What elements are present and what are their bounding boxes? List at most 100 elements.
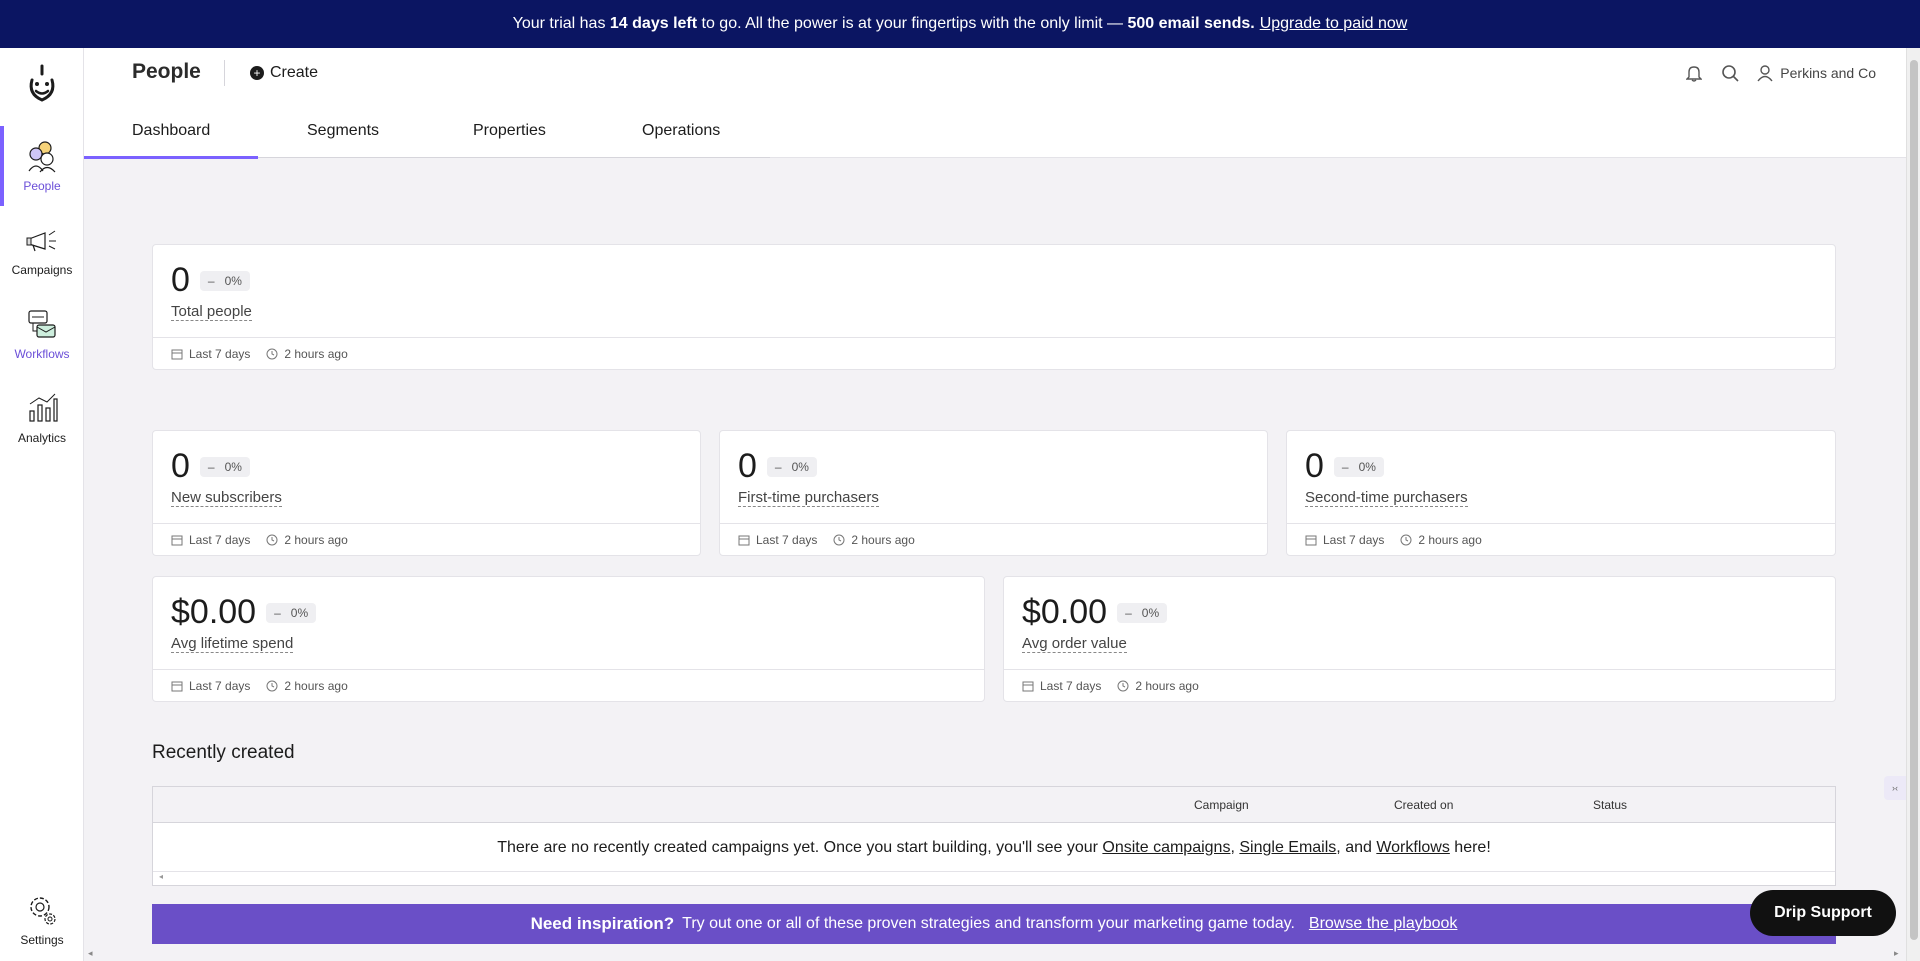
banner-text-pre: Your trial has	[512, 15, 606, 32]
column-header-campaign[interactable]: Campaign	[1194, 798, 1249, 812]
sidebar-item-people[interactable]: People	[0, 126, 84, 206]
metric-value-wrap: 0 –0%	[171, 447, 250, 486]
page-title: People	[132, 60, 201, 83]
drip-logo-icon[interactable]	[24, 64, 60, 104]
clock-icon	[266, 680, 278, 691]
metric-value-wrap: $0.00 –0%	[171, 593, 317, 632]
metric-label[interactable]: First-time purchasers	[738, 489, 879, 507]
metric-updated: 2 hours ago	[284, 532, 348, 547]
delta-value: 0%	[1358, 459, 1376, 474]
metric-range: Last 7 days	[189, 532, 251, 547]
recently-created-title: Recently created	[152, 742, 295, 763]
page-header: People + Create Perkins and Co Dashboard…	[83, 48, 1906, 159]
metric-updated: 2 hours ago	[284, 678, 348, 693]
metric-delta: –0%	[1333, 456, 1384, 477]
delta-sign: –	[774, 459, 782, 474]
clock-icon	[266, 348, 278, 359]
metric-delta: –0%	[199, 270, 250, 291]
sidebar-item-label: Analytics	[17, 431, 67, 445]
sidebar-item-campaigns[interactable]: Campaigns	[0, 210, 84, 290]
metric-updated: 2 hours ago	[1418, 532, 1482, 547]
upgrade-link[interactable]: Upgrade to paid now	[1260, 15, 1408, 33]
create-button[interactable]: + Create	[250, 60, 318, 86]
metric-footer: Last 7 days 2 hours ago	[153, 337, 1835, 369]
column-header-created-on[interactable]: Created on	[1394, 798, 1453, 812]
sidebar-item-label: Campaigns	[11, 263, 73, 277]
create-button-label: Create	[270, 64, 319, 81]
browse-playbook-link[interactable]: Browse the playbook	[1309, 915, 1458, 933]
metric-label[interactable]: Avg lifetime spend	[171, 635, 294, 653]
metric-value: 0	[1305, 447, 1324, 485]
clock-icon	[1400, 534, 1412, 545]
empty-text-comma: ,	[1230, 839, 1235, 856]
metric-value-wrap: $0.00 –0%	[1022, 593, 1168, 632]
search-icon[interactable]	[1720, 63, 1740, 83]
metric-value: $0.00	[1022, 593, 1108, 631]
delta-value: 0%	[791, 459, 809, 474]
metric-updated: 2 hours ago	[1135, 678, 1199, 693]
metric-range: Last 7 days	[1323, 532, 1385, 547]
metric-value: $0.00	[171, 593, 257, 631]
metric-card-second-time-purchasers: 0 –0% Second-time purchasers Last 7 days …	[1286, 430, 1836, 556]
clock-icon	[266, 534, 278, 545]
empty-text-and: , and	[1336, 839, 1372, 856]
metric-label[interactable]: Second-time purchasers	[1305, 489, 1468, 507]
metric-label[interactable]: Avg order value	[1022, 635, 1127, 653]
delta-value: 0%	[224, 459, 242, 474]
scrollbar-thumb[interactable]	[1910, 60, 1918, 940]
metric-value: 0	[738, 447, 757, 485]
sidebar-item-workflows[interactable]: Workflows	[0, 294, 84, 374]
vertical-scrollbar[interactable]	[1906, 48, 1920, 961]
metric-value-wrap: 0 –0%	[1305, 447, 1384, 486]
metric-footer: Last 7 days 2 hours ago	[153, 523, 700, 555]
clock-icon	[1117, 680, 1129, 691]
trial-banner: Your trial has 14 days left to go. All t…	[0, 0, 1920, 48]
tab-segments[interactable]: Segments	[307, 114, 379, 158]
tab-properties[interactable]: Properties	[473, 114, 546, 158]
workflows-link[interactable]: Workflows	[1376, 839, 1450, 857]
empty-text-post: here!	[1454, 839, 1491, 856]
metric-label[interactable]: Total people	[171, 303, 252, 321]
metric-card-new-subscribers: 0 –0% New subscribers Last 7 days 2 hours…	[152, 430, 701, 556]
metric-footer: Last 7 days 2 hours ago	[1287, 523, 1835, 555]
sidebar: People Campaigns Workflows Analytics Set…	[0, 48, 84, 961]
drip-support-button[interactable]: Drip Support	[1750, 890, 1896, 936]
account-name: Perkins and Co	[1780, 65, 1876, 81]
collapse-panel-icon[interactable]: ›‹	[1884, 776, 1906, 800]
metric-value-wrap: 0 –0%	[171, 261, 250, 300]
metric-range: Last 7 days	[756, 532, 818, 547]
single-emails-link[interactable]: Single Emails	[1239, 839, 1336, 857]
megaphone-icon	[26, 230, 56, 252]
bell-icon[interactable]	[1684, 63, 1704, 83]
promo-title: Need inspiration?	[530, 914, 675, 933]
metric-card-avg-lifetime-spend: $0.00 –0% Avg lifetime spend Last 7 days …	[152, 576, 985, 702]
metric-delta: –0%	[266, 602, 317, 623]
account-menu[interactable]: Perkins and Co	[1756, 64, 1876, 82]
recent-campaigns-table: Campaign Created on Status There are no …	[152, 786, 1836, 886]
calendar-icon	[1022, 681, 1034, 691]
metric-card-avg-order-value: $0.00 –0% Avg order value Last 7 days 2 h…	[1003, 576, 1836, 702]
sidebar-item-analytics[interactable]: Analytics	[0, 378, 84, 458]
delta-value: 0%	[224, 273, 242, 288]
delta-sign: –	[1125, 605, 1132, 620]
sidebar-item-settings[interactable]: Settings	[0, 880, 84, 960]
scroll-right-icon[interactable]: ▸	[1894, 948, 1899, 959]
scroll-left-icon[interactable]: ◂	[88, 948, 93, 959]
header-divider	[224, 60, 225, 86]
metric-range: Last 7 days	[1040, 678, 1102, 693]
metric-value: 0	[171, 447, 190, 485]
plus-circle-icon: +	[250, 66, 264, 80]
tab-operations[interactable]: Operations	[642, 114, 720, 158]
table-horizontal-scrollbar[interactable]: ◂	[153, 871, 1835, 885]
banner-limit: 500 email sends.	[1127, 15, 1255, 32]
metric-label[interactable]: New subscribers	[171, 489, 282, 507]
calendar-icon	[171, 681, 183, 691]
tab-dashboard[interactable]: Dashboard	[83, 114, 259, 159]
tab-bar: Dashboard Segments Properties Operations	[83, 114, 770, 159]
inspiration-banner: Need inspiration? Try out one or all of …	[152, 904, 1836, 944]
column-header-status[interactable]: Status	[1593, 798, 1627, 812]
onsite-campaigns-link[interactable]: Onsite campaigns	[1102, 839, 1230, 857]
workflow-icon	[28, 310, 56, 338]
calendar-icon	[171, 349, 183, 359]
calendar-icon	[738, 535, 750, 545]
